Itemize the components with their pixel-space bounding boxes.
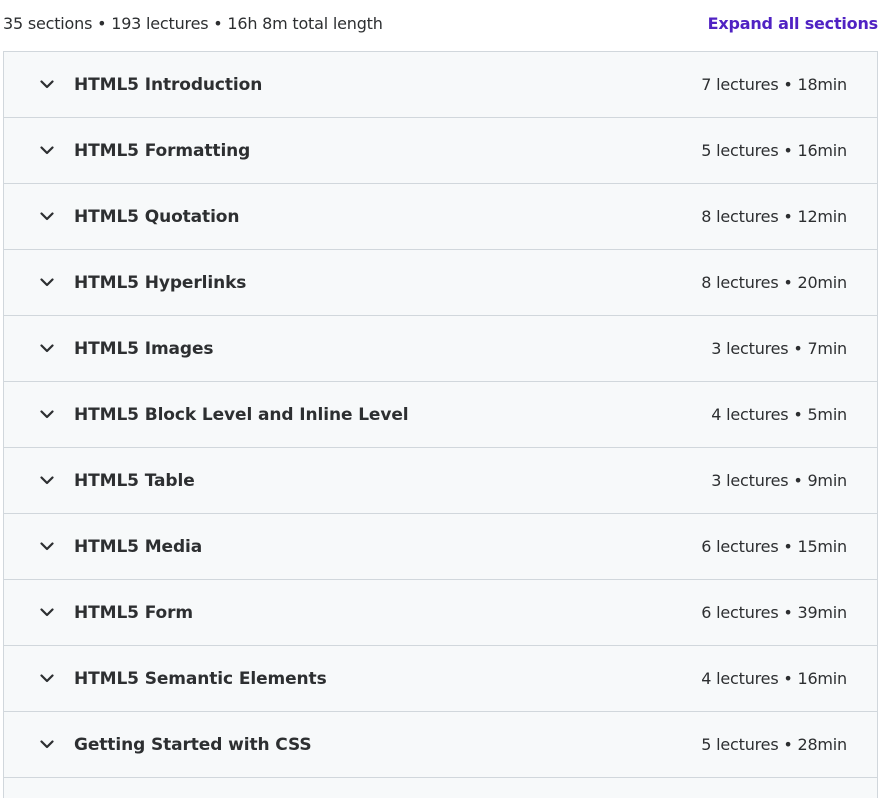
section-row[interactable]: HTML5 Semantic Elements 4 lectures • 16mi… bbox=[4, 646, 877, 712]
expand-all-sections-button[interactable]: Expand all sections bbox=[708, 14, 879, 33]
section-meta: 7 lectures • 18min bbox=[701, 75, 847, 94]
section-list: HTML5 Introduction 7 lectures • 18min HTML… bbox=[3, 51, 878, 798]
section-title: HTML5 Images bbox=[74, 338, 214, 359]
section-row[interactable]: HTML5 Hyperlinks 8 lectures • 20min bbox=[4, 250, 877, 316]
chevron-down-icon bbox=[38, 208, 56, 226]
section-row[interactable]: HTML5 Form 6 lectures • 39min bbox=[4, 580, 877, 646]
section-title: HTML5 Form bbox=[74, 602, 194, 623]
section-meta: 5 lectures • 28min bbox=[701, 735, 847, 754]
section-meta: 6 lectures • 39min bbox=[701, 603, 847, 622]
section-meta: 3 lectures • 7min bbox=[711, 339, 847, 358]
section-meta: 8 lectures • 12min bbox=[701, 207, 847, 226]
section-title: HTML5 Hyperlinks bbox=[74, 272, 247, 293]
section-title: Getting Started with CSS bbox=[74, 734, 312, 755]
section-title: HTML5 Formatting bbox=[74, 140, 251, 161]
section-row[interactable]: HTML5 Media 6 lectures • 15min bbox=[4, 514, 877, 580]
chevron-down-icon bbox=[38, 142, 56, 160]
section-row[interactable]: HTML5 Formatting 5 lectures • 16min bbox=[4, 118, 877, 184]
chevron-down-icon bbox=[38, 604, 56, 622]
section-row[interactable]: HTML5 Images 3 lectures • 7min bbox=[4, 316, 877, 382]
chevron-down-icon bbox=[38, 670, 56, 688]
section-row[interactable]: HTML5 Table 3 lectures • 9min bbox=[4, 448, 877, 514]
section-title: HTML5 Introduction bbox=[74, 74, 263, 95]
section-row[interactable]: HTML5 Block Level and Inline Level 4 lect… bbox=[4, 382, 877, 448]
chevron-down-icon bbox=[38, 538, 56, 556]
chevron-down-icon bbox=[38, 274, 56, 292]
chevron-down-icon bbox=[38, 76, 56, 94]
curriculum-summary: 35 sections • 193 lectures • 16h 8m tota… bbox=[3, 14, 383, 33]
section-title: HTML5 Block Level and Inline Level bbox=[74, 404, 409, 425]
section-title: HTML5 Semantic Elements bbox=[74, 668, 327, 689]
chevron-down-icon bbox=[38, 406, 56, 424]
section-meta: 3 lectures • 9min bbox=[711, 471, 847, 490]
section-meta: 4 lectures • 5min bbox=[711, 405, 847, 424]
section-meta: 4 lectures • 16min bbox=[701, 669, 847, 688]
section-meta: 5 lectures • 16min bbox=[701, 141, 847, 160]
section-meta: 8 lectures • 20min bbox=[701, 273, 847, 292]
section-row[interactable]: Getting Started with CSS 5 lectures • 28m… bbox=[4, 712, 877, 778]
section-row[interactable]: HTML5 Quotation 8 lectures • 12min bbox=[4, 184, 877, 250]
section-row[interactable]: HTML5 Introduction 7 lectures • 18min bbox=[4, 52, 877, 118]
chevron-down-icon bbox=[38, 472, 56, 490]
chevron-down-icon bbox=[38, 736, 56, 754]
section-meta: 6 lectures • 15min bbox=[701, 537, 847, 556]
chevron-down-icon bbox=[38, 340, 56, 358]
section-title: HTML5 Media bbox=[74, 536, 203, 557]
curriculum-summary-bar: 35 sections • 193 lectures • 16h 8m tota… bbox=[0, 0, 881, 51]
section-row-partial[interactable] bbox=[4, 778, 877, 798]
section-title: HTML5 Quotation bbox=[74, 206, 240, 227]
section-title: HTML5 Table bbox=[74, 470, 195, 491]
